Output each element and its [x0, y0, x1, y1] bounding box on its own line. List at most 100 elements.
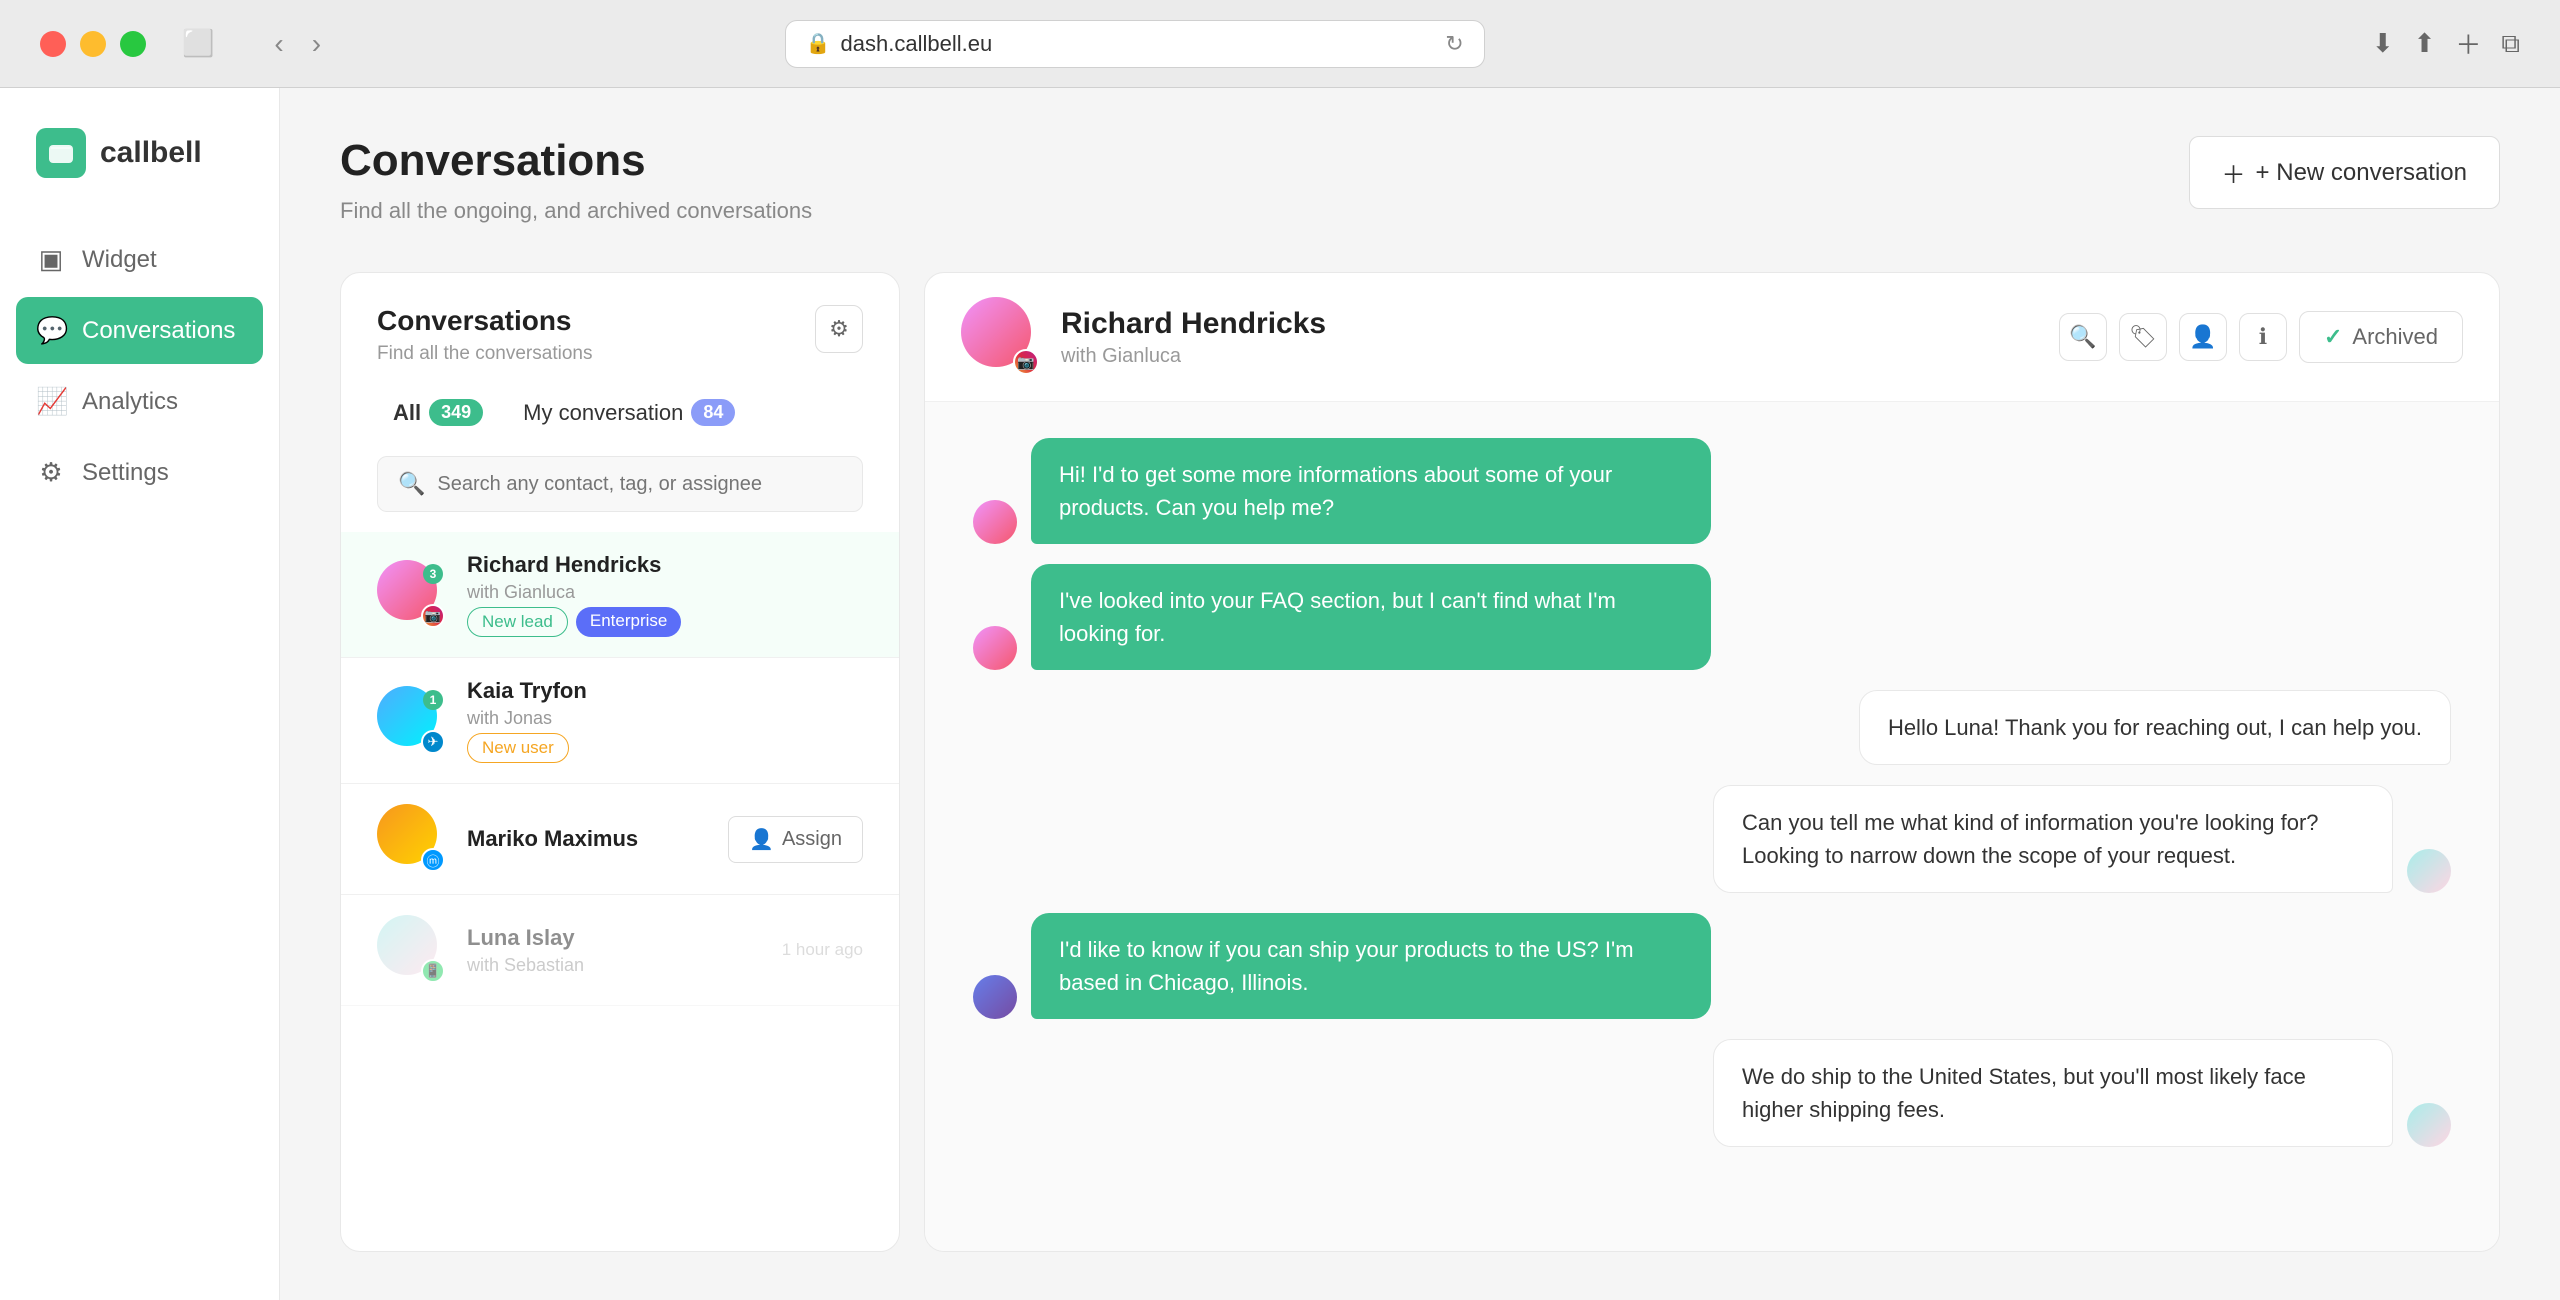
- tab-all-label: All: [393, 400, 421, 426]
- conv-time-luna: 1 hour ago: [782, 940, 863, 960]
- conversation-item-kaia[interactable]: ✈ 1 Kaia Tryfon with Jonas New user: [341, 658, 899, 784]
- archived-label: Archived: [2352, 324, 2438, 350]
- chat-info: Richard Hendricks with Gianluca: [1061, 307, 2039, 368]
- conv-info-richard: Richard Hendricks with Gianluca New lead…: [467, 552, 863, 637]
- chat-info-icon: ℹ: [2259, 324, 2267, 350]
- chat-search-button[interactable]: 🔍: [2059, 313, 2107, 361]
- chat-label-button[interactable]: 🏷: [2119, 313, 2167, 361]
- address-bar[interactable]: 🔒 dash.callbell.eu ↻: [785, 20, 1485, 68]
- message-text-m4: Can you tell me what kind of information…: [1742, 810, 2319, 868]
- conv-tabs: All 349 My conversation 84: [341, 365, 899, 436]
- search-bar: 🔍: [377, 456, 863, 512]
- conversation-item-luna[interactable]: 📱 Luna Islay with Sebastian 1 hour ago: [341, 895, 899, 1006]
- message-row-m6: We do ship to the United States, but you…: [973, 1039, 2451, 1147]
- message-bubble-m5: I'd like to know if you can ship your pr…: [1031, 913, 1711, 1019]
- forward-button[interactable]: ›: [304, 24, 329, 64]
- platform-badge-telegram: ✈: [421, 730, 445, 754]
- logo-text: callbell: [100, 136, 202, 170]
- platform-badge-messenger: ⓜ: [421, 848, 445, 872]
- message-avatar-agent-2: [2407, 1103, 2451, 1147]
- assign-label: Assign: [782, 828, 842, 851]
- outgoing-group-3: We do ship to the United States, but you…: [1713, 1039, 2393, 1147]
- nav-buttons: ‹ ›: [266, 24, 329, 64]
- message-bubble-m6: We do ship to the United States, but you…: [1713, 1039, 2393, 1147]
- chat-contact-name: Richard Hendricks: [1061, 307, 2039, 341]
- page-header: Conversations Find all the ongoing, and …: [340, 136, 2500, 224]
- chat-label-icon: 🏷: [2129, 324, 2157, 350]
- message-text-m6: We do ship to the United States, but you…: [1742, 1064, 2306, 1122]
- sidebar-item-analytics[interactable]: 📈 Analytics: [16, 368, 263, 435]
- lock-icon: 🔒: [806, 31, 831, 56]
- message-avatar-richard-3: [973, 975, 1017, 1019]
- minimize-button[interactable]: [80, 31, 106, 57]
- tab-all[interactable]: All 349: [377, 389, 499, 436]
- unread-badge-richard: 3: [423, 564, 443, 584]
- conversations-icon: 💬: [36, 315, 66, 346]
- conv-name-richard: Richard Hendricks: [467, 552, 863, 578]
- outgoing-group-2: Can you tell me what kind of information…: [1713, 785, 2393, 893]
- chat-assign-icon: 👤: [2189, 324, 2216, 350]
- share-icon[interactable]: ⬆: [2414, 28, 2436, 59]
- archived-button[interactable]: ✓ Archived: [2299, 311, 2463, 363]
- app-container: callbell ▣ Widget 💬 Conversations 📈 Anal…: [0, 88, 2560, 1300]
- sidebar-toggle-icon[interactable]: ⬜: [182, 28, 214, 59]
- search-icon: 🔍: [398, 471, 425, 497]
- message-bubble-m1: Hi! I'd to get some more informations ab…: [1031, 438, 1711, 544]
- conv-info-kaia: Kaia Tryfon with Jonas New user: [467, 678, 863, 763]
- conv-panel-title-area: Conversations Find all the conversations: [377, 305, 592, 365]
- back-button[interactable]: ‹: [266, 24, 291, 64]
- avatar-wrap-kaia: ✈ 1: [377, 686, 447, 756]
- logo-area: callbell: [0, 128, 279, 226]
- conversation-item-richard[interactable]: 📷 3 Richard Hendricks with Gianluca New …: [341, 532, 899, 658]
- new-conversation-button[interactable]: ＋ + New conversation: [2189, 136, 2500, 209]
- tabs-icon[interactable]: ⧉: [2501, 28, 2520, 60]
- message-text-m3: Hello Luna! Thank you for reaching out, …: [1888, 715, 2422, 740]
- nav-items: ▣ Widget 💬 Conversations 📈 Analytics ⚙ S…: [0, 226, 279, 506]
- download-icon[interactable]: ⬇: [2372, 28, 2394, 59]
- widget-icon: ▣: [36, 244, 66, 275]
- close-button[interactable]: [40, 31, 66, 57]
- conv-info-luna: Luna Islay with Sebastian: [467, 925, 762, 976]
- chat-messages: Hi! I'd to get some more informations ab…: [925, 402, 2499, 1251]
- sidebar-item-settings[interactable]: ⚙ Settings: [16, 439, 263, 506]
- message-row-m1: Hi! I'd to get some more informations ab…: [973, 438, 2451, 544]
- message-row-m3: Hello Luna! Thank you for reaching out, …: [973, 690, 2451, 765]
- chat-contact-with: with Gianluca: [1061, 345, 2039, 368]
- assign-button-mariko[interactable]: 👤 Assign: [728, 816, 863, 863]
- message-row-m4: Can you tell me what kind of information…: [973, 785, 2451, 893]
- unread-badge-kaia: 1: [423, 690, 443, 710]
- tab-my-conversations[interactable]: My conversation 84: [507, 389, 751, 436]
- maximize-button[interactable]: [120, 31, 146, 57]
- sidebar-item-conversations[interactable]: 💬 Conversations: [16, 297, 263, 364]
- sidebar-item-label-widget: Widget: [82, 246, 157, 274]
- sidebar: callbell ▣ Widget 💬 Conversations 📈 Anal…: [0, 88, 280, 1300]
- message-text-m5: I'd like to know if you can ship your pr…: [1059, 937, 1634, 995]
- conv-with-richard: with Gianluca: [467, 582, 863, 603]
- chat-search-icon: 🔍: [2069, 324, 2096, 350]
- message-row-m2: I've looked into your FAQ section, but I…: [973, 564, 2451, 670]
- new-tab-icon[interactable]: ＋: [2455, 25, 2481, 62]
- conversation-list-panel: Conversations Find all the conversations…: [340, 272, 900, 1252]
- conv-tags-richard: New lead Enterprise: [467, 607, 863, 637]
- message-avatar-richard-2: [973, 626, 1017, 670]
- message-row-m5: I'd like to know if you can ship your pr…: [973, 913, 2451, 1019]
- sidebar-item-widget[interactable]: ▣ Widget: [16, 226, 263, 293]
- conv-with-luna: with Sebastian: [467, 955, 762, 976]
- page-title-area: Conversations Find all the ongoing, and …: [340, 136, 812, 224]
- reload-icon[interactable]: ↻: [1445, 31, 1463, 57]
- message-text-m1: Hi! I'd to get some more informations ab…: [1059, 462, 1612, 520]
- chat-info-button[interactable]: ℹ: [2239, 313, 2287, 361]
- avatar-wrap-luna: 📱: [377, 915, 447, 985]
- conv-name-kaia: Kaia Tryfon: [467, 678, 863, 704]
- plus-icon: ＋: [2222, 155, 2246, 190]
- page-subtitle: Find all the ongoing, and archived conve…: [340, 198, 812, 224]
- sidebar-item-label-settings: Settings: [82, 459, 169, 487]
- conv-settings-button[interactable]: ⚙: [815, 305, 863, 353]
- chat-assign-button[interactable]: 👤: [2179, 313, 2227, 361]
- tag-new-user: New user: [467, 733, 569, 763]
- platform-badge-instagram: 📷: [421, 604, 445, 628]
- search-input[interactable]: [437, 473, 842, 496]
- conversation-list: 📷 3 Richard Hendricks with Gianluca New …: [341, 532, 899, 1251]
- chat-platform-badge: 📷: [1013, 349, 1039, 375]
- conversation-item-mariko[interactable]: ⓜ Mariko Maximus 👤 Assign: [341, 784, 899, 895]
